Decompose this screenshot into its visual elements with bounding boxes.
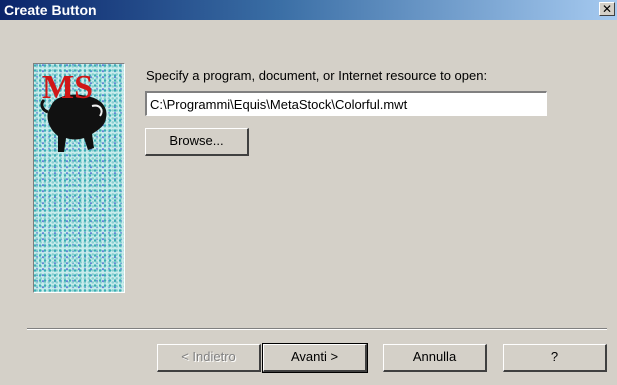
title-bar[interactable]: Create Button ✕ (0, 0, 617, 20)
prompt-label: Specify a program, document, or Internet… (146, 68, 488, 83)
logo-text: MS (42, 69, 93, 106)
help-button[interactable]: ? (503, 344, 607, 372)
close-button[interactable]: ✕ (599, 2, 615, 16)
metastock-bull-logo-icon: MS (40, 69, 107, 152)
path-input[interactable] (145, 91, 547, 116)
back-button[interactable]: < Indietro (157, 344, 261, 372)
wizard-image: MS (33, 63, 125, 293)
close-icon: ✕ (601, 2, 613, 16)
separator (27, 328, 607, 330)
cancel-button[interactable]: Annulla (383, 344, 487, 372)
next-button[interactable]: Avanti > (262, 343, 368, 373)
window-title: Create Button (4, 2, 97, 18)
browse-button[interactable]: Browse... (145, 128, 249, 156)
